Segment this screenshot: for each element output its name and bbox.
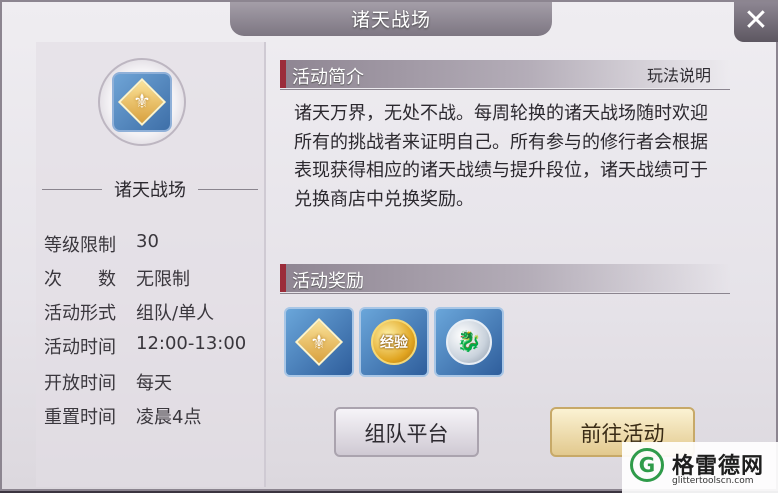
site-watermark: G 格雷德网 glittertoolscn.com bbox=[622, 442, 778, 493]
activity-window: 诸天战场 ✕ ⚜ 诸天战场 等级限制 30 次 数 无限制 活动形式 组队/单人… bbox=[0, 0, 778, 493]
watermark-logo-icon: G bbox=[630, 448, 664, 482]
close-button[interactable]: ✕ bbox=[734, 2, 778, 42]
info-value-format: 组队/单人 bbox=[136, 303, 215, 324]
panel-divider bbox=[264, 42, 266, 487]
reward-slot-3[interactable]: 🐉 bbox=[434, 307, 504, 377]
team-platform-button[interactable]: 组队平台 bbox=[334, 407, 479, 457]
info-label-count: 次 数 bbox=[44, 269, 116, 290]
exp-coin-label: 经验 bbox=[380, 335, 408, 351]
info-value-count: 无限制 bbox=[136, 269, 190, 290]
rewards-underline bbox=[280, 293, 730, 294]
info-value-level: 30 bbox=[136, 231, 159, 252]
dragon-icon: 🐉 bbox=[456, 329, 482, 353]
activity-name: 诸天战场 bbox=[114, 180, 186, 201]
info-label-time: 活动时间 bbox=[44, 337, 116, 358]
info-value-time: 12:00-13:00 bbox=[136, 333, 247, 354]
info-value-reset: 凌晨4点 bbox=[136, 407, 202, 428]
window-title: 诸天战场 bbox=[350, 9, 431, 31]
intro-description: 诸天万界，无处不战。每周轮换的诸天战场随时欢迎所有的挑战者来证明自己。所有参与的… bbox=[294, 103, 708, 210]
info-label-reset: 重置时间 bbox=[44, 407, 116, 428]
info-label-level: 等级限制 bbox=[44, 235, 116, 256]
activity-icon: ⚜ bbox=[112, 72, 172, 132]
info-value-open: 每天 bbox=[136, 373, 172, 394]
fleur-icon: ⚜ bbox=[133, 89, 151, 113]
reward-slot-2[interactable]: 经验 bbox=[359, 307, 429, 377]
rewards-title: 活动奖励 bbox=[292, 271, 364, 292]
watermark-url: glittertoolscn.com bbox=[672, 476, 754, 486]
info-label-format: 活动形式 bbox=[44, 303, 116, 324]
fleur-icon: ⚜ bbox=[310, 330, 328, 354]
close-icon: ✕ bbox=[743, 3, 769, 38]
title-bar: 诸天战场 bbox=[230, 2, 552, 36]
reward-slot-1[interactable]: ⚜ bbox=[284, 307, 354, 377]
info-label-open: 开放时间 bbox=[44, 373, 116, 394]
intro-underline bbox=[280, 89, 730, 90]
rules-link[interactable]: 玩法说明 bbox=[634, 64, 724, 88]
intro-title: 活动简介 bbox=[292, 67, 364, 88]
